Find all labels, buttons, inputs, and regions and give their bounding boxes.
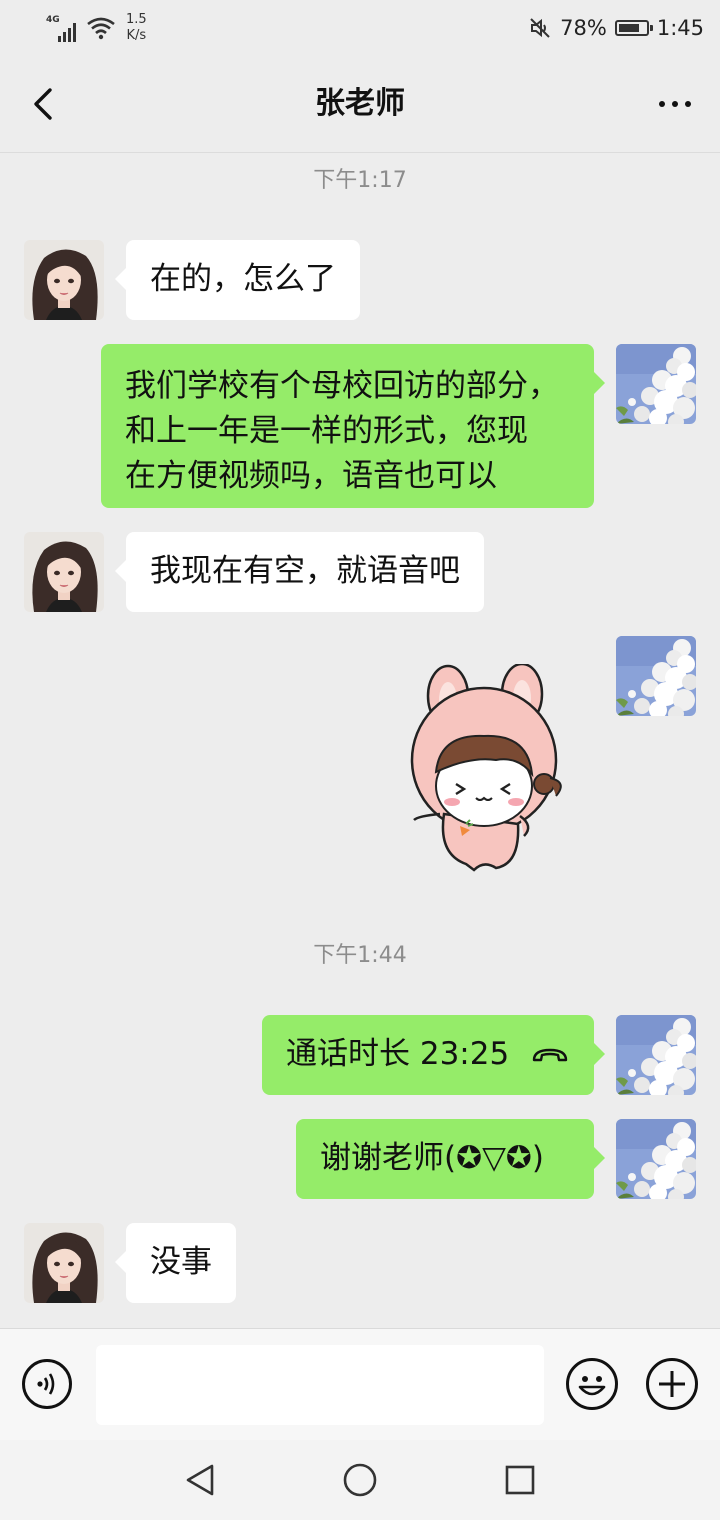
contact-avatar[interactable] [24, 240, 104, 320]
chat-header: 张老师 [0, 56, 720, 153]
my-avatar[interactable] [616, 636, 696, 716]
my-avatar[interactable] [616, 344, 696, 424]
emoji-icon [578, 1376, 606, 1396]
wifi-icon [87, 17, 115, 40]
battery-icon [614, 20, 653, 36]
mute-icon [530, 18, 550, 38]
message-bubble-incoming[interactable]: 在的，怎么了 [115, 240, 360, 320]
recents-square-icon[interactable] [500, 1460, 540, 1500]
input-bar [0, 1328, 720, 1441]
timestamp: 下午1:44 [313, 943, 407, 968]
home-circle-icon[interactable] [340, 1460, 380, 1500]
signal-icon: 4G [46, 14, 80, 42]
net-speed: 1.5 K/s [126, 12, 147, 44]
message-bubble-outgoing[interactable]: 谢谢老师(✪▽✪) [296, 1119, 605, 1199]
battery-fill [618, 24, 639, 32]
net-speed-unit: K/s [126, 28, 147, 43]
voice-icon [37, 1373, 55, 1395]
net-speed-value: 1.5 [126, 12, 147, 27]
phone-hangup-icon [532, 1048, 568, 1061]
status-left: 4G 1.5 K/s [46, 10, 147, 46]
system-nav-bar [0, 1440, 720, 1520]
timestamp: 下午1:17 [313, 168, 407, 193]
back-triangle-icon[interactable] [180, 1460, 220, 1500]
contact-avatar[interactable] [24, 1223, 104, 1303]
more-options-button[interactable] [648, 82, 702, 126]
clock: 1:45 [656, 16, 704, 40]
contact-avatar[interactable] [24, 532, 104, 612]
status-bar: 4G 1.5 K/s 78% 1:45 [0, 0, 720, 56]
plus-icon [659, 1371, 685, 1397]
message-bubble-incoming[interactable]: 我现在有空，就语音吧 [115, 532, 484, 612]
status-right: 78% 1:45 [528, 14, 704, 42]
pink-bunny-sticker[interactable] [400, 664, 590, 874]
my-avatar[interactable] [616, 1119, 696, 1199]
message-input[interactable] [96, 1345, 544, 1425]
emoji-button[interactable] [566, 1358, 618, 1410]
my-avatar[interactable] [616, 1015, 696, 1095]
message-line: 在方便视频吗，语音也可以 [125, 458, 497, 494]
battery-percent: 78% [560, 16, 607, 40]
plus-button[interactable] [646, 1358, 698, 1410]
call-duration: 通话时长 23:25 [286, 1036, 510, 1072]
message-line: 和上一年是一样的形式，您现 [125, 413, 528, 449]
message-bubble-outgoing[interactable]: 我们学校有个母校回访的部分， 和上一年是一样的形式，您现 在方便视频吗，语音也可… [101, 344, 605, 508]
more-dots-icon [659, 101, 691, 107]
call-record-bubble[interactable]: 通话时长 23:25 [262, 1015, 605, 1095]
message-bubble-incoming[interactable]: 没事 [115, 1223, 236, 1303]
chat-title: 张老师 [315, 86, 405, 121]
voice-button[interactable] [22, 1359, 72, 1409]
message-line: 我们学校有个母校回访的部分， [125, 368, 559, 404]
